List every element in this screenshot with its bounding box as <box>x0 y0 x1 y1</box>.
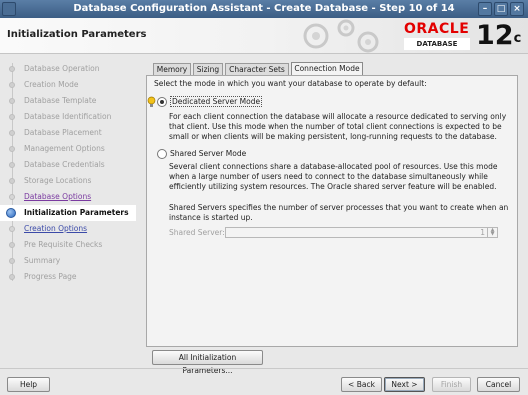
step-item: Database Credentials <box>0 157 136 173</box>
oracle-wordmark: ORACLE <box>404 21 470 37</box>
step-item: Summary <box>0 253 136 269</box>
step-item: Progress Page <box>0 269 136 285</box>
shared-server-label[interactable]: Shared Server Mode <box>170 149 246 158</box>
step-item[interactable]: Initialization Parameters <box>0 205 136 221</box>
version-logo: 12c <box>476 20 521 52</box>
dedicated-server-option[interactable]: Dedicated Server Mode <box>147 96 277 108</box>
footer-divider <box>0 368 528 369</box>
close-icon[interactable]: × <box>510 2 524 16</box>
step-item: Database Identification <box>0 109 136 125</box>
oracle-logo: ORACLE DATABASE <box>404 21 470 51</box>
step-item: Database Operation <box>0 61 136 77</box>
step-item: Database Template <box>0 93 136 109</box>
step-item: Management Options <box>0 141 136 157</box>
step-indicator-icon <box>9 226 15 232</box>
dedicated-server-description: For each client connection the database … <box>169 112 507 141</box>
version-number: 12 <box>476 20 514 51</box>
step-indicator-icon <box>9 98 15 104</box>
step-item: Storage Locations <box>0 173 136 189</box>
shared-servers-count-description: Shared Servers specifies the number of s… <box>169 203 509 222</box>
step-indicator-icon <box>9 178 15 184</box>
window-title: Database Configuration Assistant - Creat… <box>73 3 455 14</box>
step-indicator-icon <box>9 274 15 280</box>
step-indicator-icon <box>9 82 15 88</box>
step-indicator-icon <box>6 208 16 218</box>
mode-intro-text: Select the mode in which you want your d… <box>154 79 427 88</box>
step-label: Pre Requisite Checks <box>24 240 103 249</box>
dbca-window: Database Configuration Assistant - Creat… <box>0 0 528 395</box>
page-title: Initialization Parameters <box>7 29 147 40</box>
step-label: Summary <box>24 256 61 265</box>
tab-connection-mode[interactable]: Connection Mode <box>291 62 363 76</box>
window-menu-icon[interactable] <box>2 2 16 16</box>
step-indicator-icon <box>9 130 15 136</box>
content-area: Memory Sizing Character Sets Connection … <box>146 61 518 375</box>
steps-panel: Database Operation Creation Mode Database … <box>0 55 136 367</box>
step-item: Pre Requisite Checks <box>0 237 136 253</box>
shared-server-count-label: Shared Server: <box>169 228 225 237</box>
shared-server-option[interactable]: Shared Server Mode <box>157 148 277 160</box>
cancel-button[interactable]: Cancel <box>477 377 520 392</box>
hint-bulb-icon <box>147 96 156 107</box>
step-indicator-icon <box>9 66 15 72</box>
step-indicator-icon <box>9 194 15 200</box>
title-bar: Database Configuration Assistant - Creat… <box>0 0 528 18</box>
step-indicator-icon <box>9 258 15 264</box>
dedicated-server-label[interactable]: Dedicated Server Mode <box>170 96 263 107</box>
step-label: Database Template <box>24 96 97 105</box>
step-label: Database Credentials <box>24 160 105 169</box>
step-label: Management Options <box>24 144 105 153</box>
version-suffix: c <box>513 31 522 46</box>
step-indicator-icon <box>9 162 15 168</box>
back-button[interactable]: < Back <box>341 377 382 392</box>
step-label[interactable]: Creation Options <box>24 224 87 233</box>
next-button[interactable]: Next > <box>384 377 425 392</box>
page-header: Initialization Parameters ORACLE DATABAS… <box>0 18 528 54</box>
finish-button[interactable]: Finish <box>432 377 471 392</box>
shared-server-description: Several client connections share a datab… <box>169 162 498 191</box>
shared-server-count-value: 1 <box>480 228 485 237</box>
maximize-icon[interactable]: □ <box>494 2 508 16</box>
step-indicator-icon <box>9 146 15 152</box>
shared-server-radio[interactable] <box>157 149 167 159</box>
step-label: Creation Mode <box>24 80 79 89</box>
step-label: Database Identification <box>24 112 112 121</box>
step-indicator-icon <box>9 242 15 248</box>
step-label: Database Operation <box>24 64 100 73</box>
dedicated-server-radio[interactable] <box>157 97 167 107</box>
oracle-database-label: DATABASE <box>404 38 470 50</box>
help-button[interactable]: Help <box>7 377 50 392</box>
shared-server-count-spinner[interactable]: 1 ▲ ▼ <box>225 227 498 238</box>
step-item[interactable]: Creation Options <box>0 221 136 237</box>
minimize-icon[interactable]: – <box>478 2 492 16</box>
all-initialization-parameters-button[interactable]: All Initialization Parameters... <box>152 350 263 375</box>
step-indicator-icon <box>9 114 15 120</box>
step-label: Storage Locations <box>24 176 92 185</box>
gears-watermark-icon <box>303 19 379 53</box>
step-label[interactable]: Database Options <box>24 192 91 201</box>
step-item[interactable]: Database Options <box>0 189 136 205</box>
step-label: Progress Page <box>24 272 77 281</box>
spinner-arrows-icon[interactable]: ▲ ▼ <box>487 228 497 237</box>
step-item: Database Placement <box>0 125 136 141</box>
step-label[interactable]: Initialization Parameters <box>24 208 129 217</box>
step-item: Creation Mode <box>0 77 136 93</box>
connection-mode-panel: Select the mode in which you want your d… <box>146 75 518 347</box>
step-label: Database Placement <box>24 128 102 137</box>
